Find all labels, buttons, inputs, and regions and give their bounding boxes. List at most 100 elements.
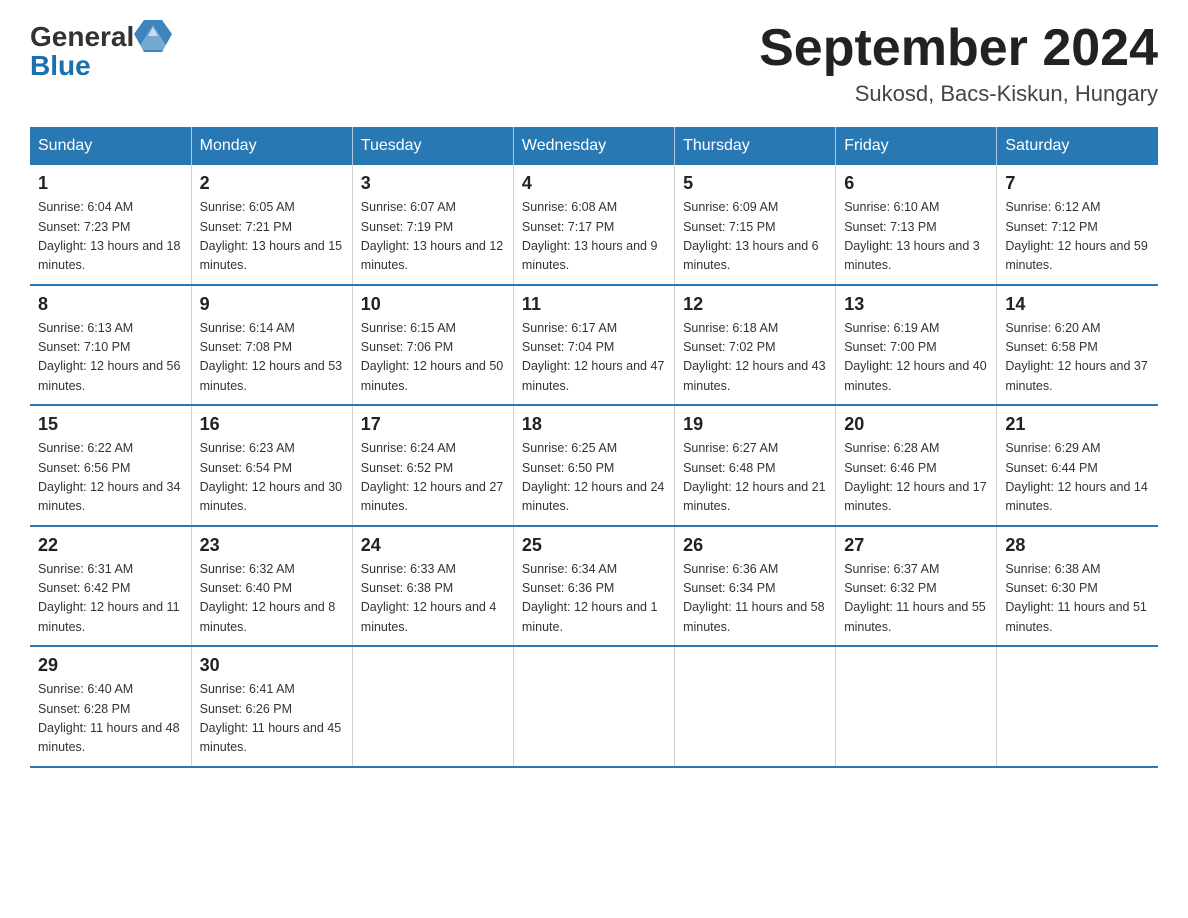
logo: General Blue bbox=[30, 20, 172, 82]
day-info: Sunrise: 6:12 AMSunset: 7:12 PMDaylight:… bbox=[1005, 200, 1147, 272]
calendar-day-cell: 28 Sunrise: 6:38 AMSunset: 6:30 PMDaylig… bbox=[997, 526, 1158, 647]
calendar-day-cell: 21 Sunrise: 6:29 AMSunset: 6:44 PMDaylig… bbox=[997, 405, 1158, 526]
day-number: 21 bbox=[1005, 414, 1150, 435]
day-number: 23 bbox=[200, 535, 344, 556]
logo-triangle-icon bbox=[134, 20, 172, 54]
calendar-day-cell: 6 Sunrise: 6:10 AMSunset: 7:13 PMDayligh… bbox=[836, 165, 997, 285]
day-number: 14 bbox=[1005, 294, 1150, 315]
day-number: 20 bbox=[844, 414, 988, 435]
day-number: 17 bbox=[361, 414, 505, 435]
day-number: 27 bbox=[844, 535, 988, 556]
calendar-day-cell bbox=[836, 646, 997, 767]
header-friday: Friday bbox=[836, 127, 997, 165]
day-info: Sunrise: 6:13 AMSunset: 7:10 PMDaylight:… bbox=[38, 321, 180, 393]
day-info: Sunrise: 6:08 AMSunset: 7:17 PMDaylight:… bbox=[522, 200, 658, 272]
calendar-day-cell: 15 Sunrise: 6:22 AMSunset: 6:56 PMDaylig… bbox=[30, 405, 191, 526]
day-info: Sunrise: 6:18 AMSunset: 7:02 PMDaylight:… bbox=[683, 321, 825, 393]
day-number: 2 bbox=[200, 173, 344, 194]
logo-blue-text: Blue bbox=[30, 50, 91, 82]
calendar-day-cell: 20 Sunrise: 6:28 AMSunset: 6:46 PMDaylig… bbox=[836, 405, 997, 526]
day-info: Sunrise: 6:09 AMSunset: 7:15 PMDaylight:… bbox=[683, 200, 819, 272]
calendar-day-cell: 11 Sunrise: 6:17 AMSunset: 7:04 PMDaylig… bbox=[513, 285, 674, 406]
calendar-week-row: 15 Sunrise: 6:22 AMSunset: 6:56 PMDaylig… bbox=[30, 405, 1158, 526]
calendar-day-cell: 2 Sunrise: 6:05 AMSunset: 7:21 PMDayligh… bbox=[191, 165, 352, 285]
calendar-day-cell: 12 Sunrise: 6:18 AMSunset: 7:02 PMDaylig… bbox=[675, 285, 836, 406]
calendar-day-cell bbox=[513, 646, 674, 767]
day-info: Sunrise: 6:32 AMSunset: 6:40 PMDaylight:… bbox=[200, 562, 336, 634]
day-info: Sunrise: 6:05 AMSunset: 7:21 PMDaylight:… bbox=[200, 200, 342, 272]
day-number: 7 bbox=[1005, 173, 1150, 194]
header-tuesday: Tuesday bbox=[352, 127, 513, 165]
day-number: 29 bbox=[38, 655, 183, 676]
calendar-day-cell: 26 Sunrise: 6:36 AMSunset: 6:34 PMDaylig… bbox=[675, 526, 836, 647]
calendar-header-row: Sunday Monday Tuesday Wednesday Thursday… bbox=[30, 127, 1158, 165]
day-number: 8 bbox=[38, 294, 183, 315]
title-area: September 2024 Sukosd, Bacs-Kiskun, Hung… bbox=[759, 20, 1158, 107]
calendar-day-cell: 9 Sunrise: 6:14 AMSunset: 7:08 PMDayligh… bbox=[191, 285, 352, 406]
day-info: Sunrise: 6:04 AMSunset: 7:23 PMDaylight:… bbox=[38, 200, 180, 272]
calendar-day-cell: 10 Sunrise: 6:15 AMSunset: 7:06 PMDaylig… bbox=[352, 285, 513, 406]
day-info: Sunrise: 6:37 AMSunset: 6:32 PMDaylight:… bbox=[844, 562, 986, 634]
day-info: Sunrise: 6:23 AMSunset: 6:54 PMDaylight:… bbox=[200, 441, 342, 513]
day-info: Sunrise: 6:17 AMSunset: 7:04 PMDaylight:… bbox=[522, 321, 664, 393]
calendar-week-row: 1 Sunrise: 6:04 AMSunset: 7:23 PMDayligh… bbox=[30, 165, 1158, 285]
calendar-day-cell: 18 Sunrise: 6:25 AMSunset: 6:50 PMDaylig… bbox=[513, 405, 674, 526]
day-number: 11 bbox=[522, 294, 666, 315]
day-info: Sunrise: 6:19 AMSunset: 7:00 PMDaylight:… bbox=[844, 321, 986, 393]
day-number: 16 bbox=[200, 414, 344, 435]
day-number: 3 bbox=[361, 173, 505, 194]
day-info: Sunrise: 6:36 AMSunset: 6:34 PMDaylight:… bbox=[683, 562, 825, 634]
day-number: 30 bbox=[200, 655, 344, 676]
calendar-day-cell: 25 Sunrise: 6:34 AMSunset: 6:36 PMDaylig… bbox=[513, 526, 674, 647]
day-number: 19 bbox=[683, 414, 827, 435]
header-thursday: Thursday bbox=[675, 127, 836, 165]
day-info: Sunrise: 6:07 AMSunset: 7:19 PMDaylight:… bbox=[361, 200, 503, 272]
calendar-day-cell bbox=[675, 646, 836, 767]
day-number: 24 bbox=[361, 535, 505, 556]
day-info: Sunrise: 6:27 AMSunset: 6:48 PMDaylight:… bbox=[683, 441, 825, 513]
day-info: Sunrise: 6:31 AMSunset: 6:42 PMDaylight:… bbox=[38, 562, 180, 634]
day-number: 28 bbox=[1005, 535, 1150, 556]
day-info: Sunrise: 6:28 AMSunset: 6:46 PMDaylight:… bbox=[844, 441, 986, 513]
calendar-day-cell: 14 Sunrise: 6:20 AMSunset: 6:58 PMDaylig… bbox=[997, 285, 1158, 406]
day-info: Sunrise: 6:40 AMSunset: 6:28 PMDaylight:… bbox=[38, 682, 180, 754]
month-title: September 2024 bbox=[759, 20, 1158, 77]
day-number: 6 bbox=[844, 173, 988, 194]
calendar-day-cell bbox=[352, 646, 513, 767]
location-subtitle: Sukosd, Bacs-Kiskun, Hungary bbox=[759, 81, 1158, 107]
calendar-day-cell: 1 Sunrise: 6:04 AMSunset: 7:23 PMDayligh… bbox=[30, 165, 191, 285]
calendar-day-cell: 13 Sunrise: 6:19 AMSunset: 7:00 PMDaylig… bbox=[836, 285, 997, 406]
calendar-table: Sunday Monday Tuesday Wednesday Thursday… bbox=[30, 127, 1158, 768]
calendar-day-cell: 23 Sunrise: 6:32 AMSunset: 6:40 PMDaylig… bbox=[191, 526, 352, 647]
calendar-day-cell: 8 Sunrise: 6:13 AMSunset: 7:10 PMDayligh… bbox=[30, 285, 191, 406]
calendar-day-cell: 5 Sunrise: 6:09 AMSunset: 7:15 PMDayligh… bbox=[675, 165, 836, 285]
calendar-week-row: 29 Sunrise: 6:40 AMSunset: 6:28 PMDaylig… bbox=[30, 646, 1158, 767]
header-wednesday: Wednesday bbox=[513, 127, 674, 165]
day-info: Sunrise: 6:29 AMSunset: 6:44 PMDaylight:… bbox=[1005, 441, 1147, 513]
day-info: Sunrise: 6:14 AMSunset: 7:08 PMDaylight:… bbox=[200, 321, 342, 393]
calendar-day-cell: 4 Sunrise: 6:08 AMSunset: 7:17 PMDayligh… bbox=[513, 165, 674, 285]
calendar-day-cell: 30 Sunrise: 6:41 AMSunset: 6:26 PMDaylig… bbox=[191, 646, 352, 767]
day-number: 12 bbox=[683, 294, 827, 315]
calendar-day-cell: 7 Sunrise: 6:12 AMSunset: 7:12 PMDayligh… bbox=[997, 165, 1158, 285]
logo-general-text: General bbox=[30, 21, 134, 53]
calendar-day-cell: 22 Sunrise: 6:31 AMSunset: 6:42 PMDaylig… bbox=[30, 526, 191, 647]
calendar-day-cell: 19 Sunrise: 6:27 AMSunset: 6:48 PMDaylig… bbox=[675, 405, 836, 526]
calendar-day-cell: 24 Sunrise: 6:33 AMSunset: 6:38 PMDaylig… bbox=[352, 526, 513, 647]
day-info: Sunrise: 6:15 AMSunset: 7:06 PMDaylight:… bbox=[361, 321, 503, 393]
header-monday: Monday bbox=[191, 127, 352, 165]
calendar-day-cell: 16 Sunrise: 6:23 AMSunset: 6:54 PMDaylig… bbox=[191, 405, 352, 526]
day-number: 10 bbox=[361, 294, 505, 315]
calendar-week-row: 8 Sunrise: 6:13 AMSunset: 7:10 PMDayligh… bbox=[30, 285, 1158, 406]
day-info: Sunrise: 6:22 AMSunset: 6:56 PMDaylight:… bbox=[38, 441, 180, 513]
calendar-day-cell: 17 Sunrise: 6:24 AMSunset: 6:52 PMDaylig… bbox=[352, 405, 513, 526]
header-sunday: Sunday bbox=[30, 127, 191, 165]
header: General Blue September 2024 Sukosd, Bacs… bbox=[30, 20, 1158, 107]
day-number: 1 bbox=[38, 173, 183, 194]
day-number: 18 bbox=[522, 414, 666, 435]
day-number: 4 bbox=[522, 173, 666, 194]
day-info: Sunrise: 6:33 AMSunset: 6:38 PMDaylight:… bbox=[361, 562, 497, 634]
day-info: Sunrise: 6:24 AMSunset: 6:52 PMDaylight:… bbox=[361, 441, 503, 513]
day-number: 22 bbox=[38, 535, 183, 556]
day-number: 5 bbox=[683, 173, 827, 194]
